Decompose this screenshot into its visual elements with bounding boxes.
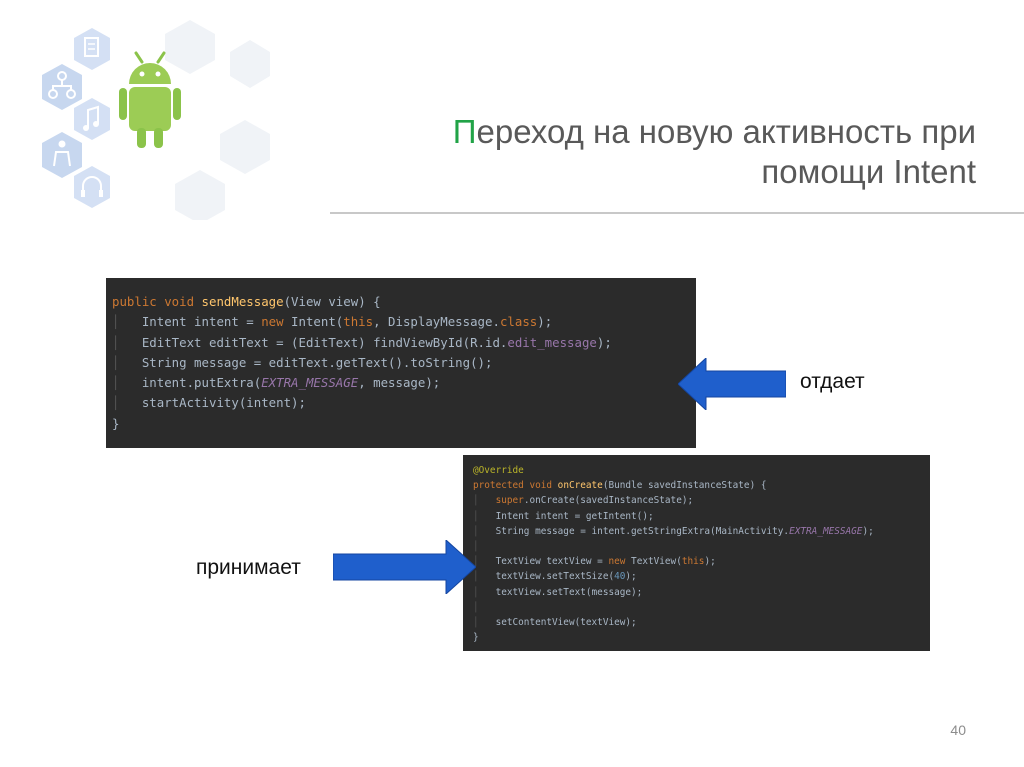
slide-title-line2: помощи Intent bbox=[761, 153, 976, 190]
code-token: TextView( bbox=[631, 556, 682, 568]
code-line: │ String message = editText.getText().to… bbox=[112, 354, 493, 370]
code-token: startActivity(intent); bbox=[141, 395, 306, 411]
code-line: │ super.onCreate(savedInstanceState); bbox=[473, 495, 694, 507]
code-line-empty: │ bbox=[473, 601, 479, 613]
code-token: ); bbox=[625, 571, 637, 583]
code-token: new bbox=[608, 556, 632, 568]
code-line: @Override bbox=[473, 463, 930, 478]
code-token: class bbox=[499, 314, 538, 330]
network-hex-icon bbox=[42, 64, 82, 110]
code-token: textView.setTextSize( bbox=[495, 571, 615, 583]
document-hex-icon bbox=[74, 28, 110, 70]
code-token: } bbox=[473, 632, 479, 644]
code-line-empty: │ bbox=[473, 541, 479, 553]
code-block-send-message: public void sendMessage(View view) { │ In… bbox=[106, 278, 696, 448]
headphones-hex-icon bbox=[74, 166, 110, 208]
slide-title-first-letter: П bbox=[452, 113, 477, 150]
code-line: │ startActivity(intent); bbox=[112, 395, 306, 411]
code-line: │ setContentView(textView); bbox=[473, 617, 637, 629]
code-token: @Override bbox=[473, 465, 524, 476]
android-robot-icon bbox=[119, 51, 181, 148]
code-token: textView.setText(message); bbox=[495, 586, 643, 598]
code-token: new bbox=[261, 314, 292, 330]
code-token: 40 bbox=[614, 571, 626, 583]
code-line: │ TextView textView = new TextView(this)… bbox=[473, 556, 716, 568]
label-receives: принимает bbox=[196, 556, 301, 579]
arrow-right-icon bbox=[333, 540, 476, 594]
code-token: ); bbox=[704, 556, 716, 568]
code-line: │ Intent intent = getIntent(); bbox=[473, 510, 654, 522]
code-line: } bbox=[112, 414, 696, 434]
code-line: │ textView.setTextSize(40); bbox=[473, 571, 637, 583]
android-logo-graphic bbox=[42, 20, 270, 220]
code-token: (View view) { bbox=[283, 294, 381, 309]
label-gives: отдает bbox=[800, 370, 865, 393]
arrow-left-icon bbox=[678, 358, 786, 410]
code-token: edit_message bbox=[507, 334, 597, 350]
page-number: 40 bbox=[950, 722, 966, 738]
code-token: .onCreate(savedInstanceState); bbox=[523, 495, 694, 507]
title-divider bbox=[330, 212, 1024, 214]
code-token: this bbox=[681, 556, 705, 568]
code-token: , DisplayMessage. bbox=[373, 314, 500, 330]
code-token: intent.putExtra( bbox=[141, 375, 262, 391]
code-token: setContentView(textView); bbox=[495, 617, 637, 629]
code-token: , message); bbox=[358, 375, 441, 391]
code-line: protected void onCreate(Bundle savedInst… bbox=[473, 478, 930, 493]
code-token: Intent( bbox=[291, 314, 344, 330]
code-token: EditText editText = (EditText) findViewB… bbox=[141, 334, 508, 350]
slide-title: Переход на новую активность при помощи I… bbox=[356, 112, 976, 192]
code-token: } bbox=[112, 415, 120, 431]
code-line: public void sendMessage(View view) { bbox=[112, 292, 696, 312]
code-token: onCreate bbox=[557, 480, 603, 492]
code-token: (Bundle savedInstanceState) { bbox=[602, 480, 767, 492]
code-line: │ textView.setText(message); bbox=[473, 586, 643, 598]
code-token: Intent intent = bbox=[141, 314, 262, 330]
code-line: } bbox=[473, 630, 930, 645]
code-token: TextView textView = bbox=[495, 556, 609, 568]
code-token: ); bbox=[862, 525, 874, 537]
music-hex-icon bbox=[74, 98, 110, 140]
people-hex-icon bbox=[42, 132, 82, 178]
code-token: EXTRA_MESSAGE bbox=[261, 375, 359, 391]
code-line: │ String message = intent.getStringExtra… bbox=[473, 525, 874, 537]
code-line: │ EditText editText = (EditText) findVie… bbox=[112, 334, 612, 350]
code-line: │ intent.putExtra(EXTRA_MESSAGE, message… bbox=[112, 375, 441, 391]
code-token: this bbox=[343, 314, 374, 330]
code-block-on-create: @Override protected void onCreate(Bundle … bbox=[463, 455, 930, 651]
slide-title-line1-rest: ереход на новую активность при bbox=[476, 113, 976, 150]
code-token: ); bbox=[537, 314, 553, 330]
code-token: protected void bbox=[473, 480, 558, 492]
code-token: String message = intent.getStringExtra(M… bbox=[495, 525, 790, 537]
code-token: ); bbox=[596, 334, 612, 350]
code-token: EXTRA_MESSAGE bbox=[789, 525, 863, 537]
code-token: Intent intent = getIntent(); bbox=[495, 510, 654, 522]
code-token: sendMessage bbox=[201, 294, 284, 309]
slide-title-line1: Переход на новую активность при bbox=[356, 112, 976, 152]
code-token: String message = editText.getText().toSt… bbox=[141, 354, 493, 370]
code-token: public void bbox=[112, 294, 202, 309]
code-line: │ Intent intent = new Intent(this, Displ… bbox=[112, 314, 553, 330]
code-token: super bbox=[495, 495, 524, 507]
